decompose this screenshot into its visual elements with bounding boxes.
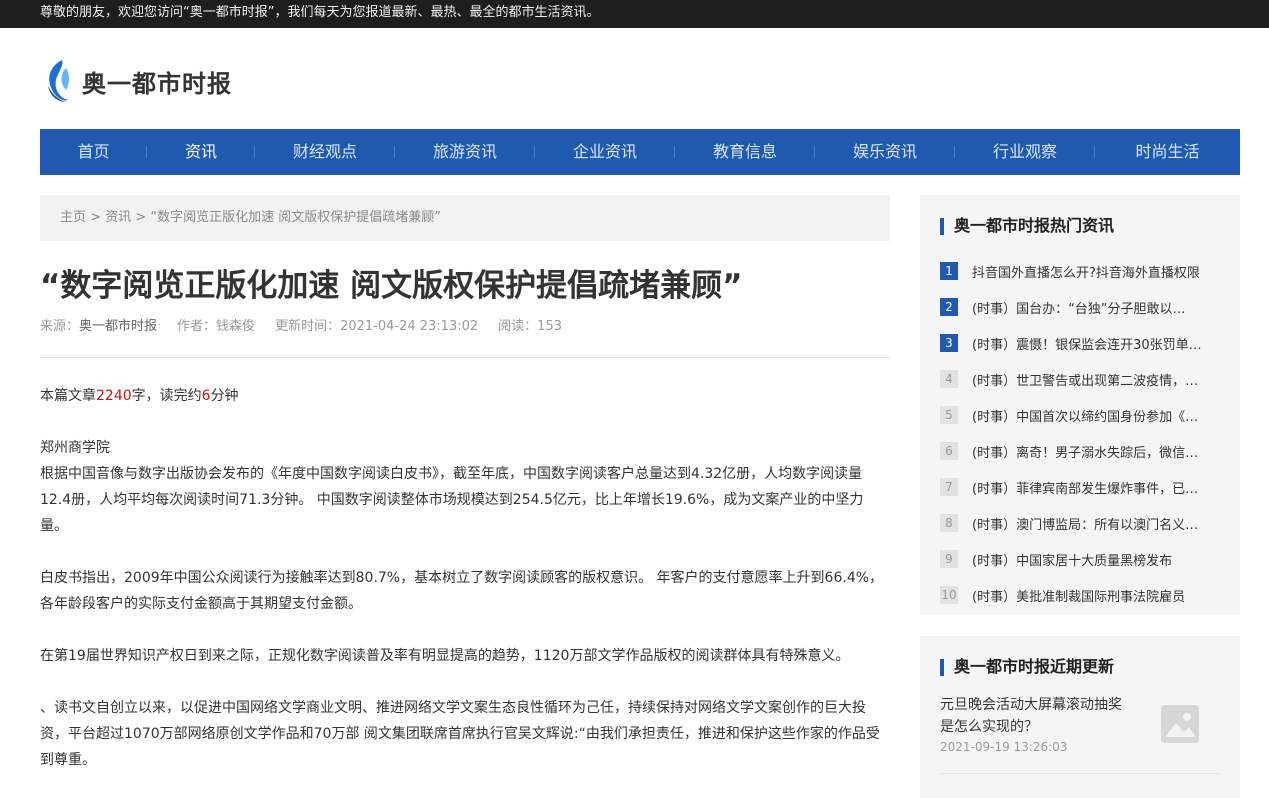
rank-badge: 1 — [940, 262, 958, 280]
time-label: 更新时间： — [275, 319, 341, 334]
rank-badge: 2 — [940, 298, 958, 316]
reading-stats: 本篇文章2240字，读完约6分钟 — [40, 383, 890, 409]
rank-badge: 9 — [940, 550, 958, 568]
reading-mid: 字，读完约 — [131, 388, 202, 404]
hot-news-link[interactable]: (时事）世卫警告或出现第二波疫情，… — [972, 370, 1198, 389]
welcome-text: 尊敬的朋友，欢迎您访问“奥一都市时报”，我们每天为您报道最新、最热、最全的都市生… — [40, 5, 600, 20]
article-meta: 来源：奥一都市时报 作者：钱森俊 更新时间：2021-04-24 23:13:0… — [40, 315, 582, 334]
source-label: 来源： — [40, 319, 80, 334]
hot-news-item[interactable]: 1 抖音国外直播怎么开?抖音海外直播权限 — [940, 253, 1225, 289]
hot-news-link[interactable]: (时事）澳门博监局：所有以澳门名义… — [972, 514, 1198, 533]
article-views: 阅读：153 — [498, 315, 562, 334]
article-body: 本篇文章2240字，读完约6分钟 郑州商学院 根据中国音像与数字出版协会发布的《… — [40, 383, 890, 798]
reading-prefix: 本篇文章 — [40, 388, 96, 404]
image-placeholder-icon[interactable] — [1160, 704, 1200, 744]
hot-news-item[interactable]: 4 (时事）世卫警告或出现第二波疫情，… — [940, 361, 1225, 397]
hot-news-link[interactable]: (时事）震慑！银保监会连开30张罚单… — [972, 334, 1202, 353]
main-nav: 首页 资讯 财经观点 旅游资讯 企业资讯 教育信息 娱乐资讯 行业观察 时尚生活 — [40, 129, 1240, 175]
hot-news-panel: 奥一都市时报热门资讯 1 抖音国外直播怎么开?抖音海外直播权限 2 (时事）国台办：… — [920, 195, 1240, 615]
rank-badge: 3 — [940, 334, 958, 352]
nav-finance[interactable]: 财经观点 — [255, 129, 395, 175]
time-value: 2021-04-24 23:13:02 — [340, 319, 479, 334]
article-source: 来源：奥一都市时报 — [40, 315, 157, 334]
reading-suffix: 分钟 — [210, 388, 239, 404]
recent-update-date: 2021-09-19 13:26:03 — [940, 740, 1068, 754]
hot-news-link[interactable]: (时事）中国首次以缔约国身份参加《… — [972, 406, 1198, 425]
author-value: 钱森俊 — [216, 319, 256, 334]
rank-badge: 8 — [940, 514, 958, 532]
reading-minutes: 6 — [201, 388, 211, 404]
nav-enterprise[interactable]: 企业资讯 — [535, 129, 675, 175]
recent-update-item[interactable]: 元旦晚会活动大屏幕滚动抽奖是怎么实现的？ 2021-09-19 13:26:03 — [940, 694, 1220, 774]
nav-fashion[interactable]: 时尚生活 — [1095, 129, 1240, 175]
views-label: 阅读： — [498, 319, 538, 334]
char-count: 2240 — [96, 388, 132, 404]
article-author: 作者：钱森俊 — [177, 315, 255, 334]
breadcrumb-separator: > — [90, 210, 102, 225]
hot-news-link[interactable]: 抖音国外直播怎么开?抖音海外直播权限 — [972, 262, 1200, 281]
views-value: 153 — [537, 319, 562, 334]
rank-badge: 6 — [940, 442, 958, 460]
hot-news-link[interactable]: (时事）离奇！男子溺水失踪后，微信… — [972, 442, 1198, 461]
hot-news-item[interactable]: 7 (时事）菲律宾南部发生爆炸事件，已… — [940, 469, 1225, 505]
hot-news-item[interactable]: 5 (时事）中国首次以缔约国身份参加《… — [940, 397, 1225, 433]
hot-news-link[interactable]: (时事）美批准制裁国际刑事法院雇员 — [972, 586, 1185, 605]
nav-news[interactable]: 资讯 — [147, 129, 255, 175]
nav-entertainment[interactable]: 娱乐资讯 — [815, 129, 955, 175]
hot-news-item[interactable]: 2 (时事）国台办：“台独”分子胆敢以… — [940, 289, 1225, 325]
recent-update-link[interactable]: 元旦晚会活动大屏幕滚动抽奖是怎么实现的？ — [940, 694, 1130, 738]
nav-home[interactable]: 首页 — [40, 129, 147, 175]
breadcrumb-current: “数字阅览正版化加速 阅文版权保护提倡疏堵兼顾” — [150, 210, 442, 225]
rank-badge: 4 — [940, 370, 958, 388]
article-paragraph: 郑州商学院 — [40, 440, 110, 456]
breadcrumb: 主页 > 资讯 > “数字阅览正版化加速 阅文版权保护提倡疏堵兼顾” — [40, 195, 890, 241]
nav-travel[interactable]: 旅游资讯 — [395, 129, 535, 175]
site-header: 奥一都市时报 — [40, 54, 232, 108]
author-label: 作者： — [177, 319, 217, 334]
hot-news-list: 1 抖音国外直播怎么开?抖音海外直播权限 2 (时事）国台办：“台独”分子胆敢以… … — [940, 253, 1225, 613]
hot-news-link[interactable]: (时事）菲律宾南部发生爆炸事件，已… — [972, 478, 1198, 497]
source-link[interactable]: 奥一都市时报 — [79, 319, 157, 334]
article-paragraph: 、读书文自创立以来，以促进中国网络文学商业文明、推进网络文学文案生态良性循环为己… — [40, 700, 880, 768]
breadcrumb-separator: > — [135, 210, 147, 225]
article-paragraph: 根据中国音像与数字出版协会发布的《年度中国数字阅读白皮书》，截至年底，中国数字阅… — [40, 466, 864, 534]
recent-updates-panel: 奥一都市时报近期更新 元旦晚会活动大屏幕滚动抽奖是怎么实现的？ 2021-09-… — [920, 636, 1240, 798]
article-paragraph: 白皮书指出，2009年中国公众阅读行为接触率达到80.7%，基本树立了数字阅读顾… — [40, 570, 884, 612]
top-welcome-bar: 尊敬的朋友，欢迎您访问“奥一都市时报”，我们每天为您报道最新、最热、最全的都市生… — [0, 0, 1269, 28]
rank-badge: 5 — [940, 406, 958, 424]
hot-news-item[interactable]: 3 (时事）震慑！银保监会连开30张罚单… — [940, 325, 1225, 361]
hot-news-item[interactable]: 6 (时事）离奇！男子溺水失踪后，微信… — [940, 433, 1225, 469]
hot-news-item[interactable]: 9 (时事）中国家居十大质量黑榜发布 — [940, 541, 1225, 577]
hot-news-item[interactable]: 10 (时事）美批准制裁国际刑事法院雇员 — [940, 577, 1225, 613]
site-logo-text[interactable]: 奥一都市时报 — [82, 64, 232, 99]
hot-news-item[interactable]: 8 (时事）澳门博监局：所有以澳门名义… — [940, 505, 1225, 541]
hot-news-link[interactable]: (时事）国台办：“台独”分子胆敢以… — [972, 298, 1186, 317]
article-paragraph: 在第19届世界知识产权日到来之际，正规化数字阅读普及率有明显提高的趋势，1120… — [40, 648, 850, 664]
meta-divider — [40, 357, 890, 358]
nav-education[interactable]: 教育信息 — [675, 129, 815, 175]
article-title: “数字阅览正版化加速 阅文版权保护提倡疏堵兼顾” — [40, 268, 743, 304]
rank-badge: 10 — [940, 586, 958, 604]
article-time: 更新时间：2021-04-24 23:13:02 — [275, 315, 478, 334]
breadcrumb-section[interactable]: 资讯 — [105, 210, 131, 225]
hot-news-link[interactable]: (时事）中国家居十大质量黑榜发布 — [972, 550, 1172, 569]
rank-badge: 7 — [940, 478, 958, 496]
nav-industry[interactable]: 行业观察 — [955, 129, 1095, 175]
hot-news-title: 奥一都市时报热门资讯 — [940, 215, 1114, 237]
recent-updates-title: 奥一都市时报近期更新 — [940, 656, 1114, 678]
breadcrumb-home[interactable]: 主页 — [60, 210, 86, 225]
swirl-logo-icon[interactable] — [40, 56, 76, 106]
